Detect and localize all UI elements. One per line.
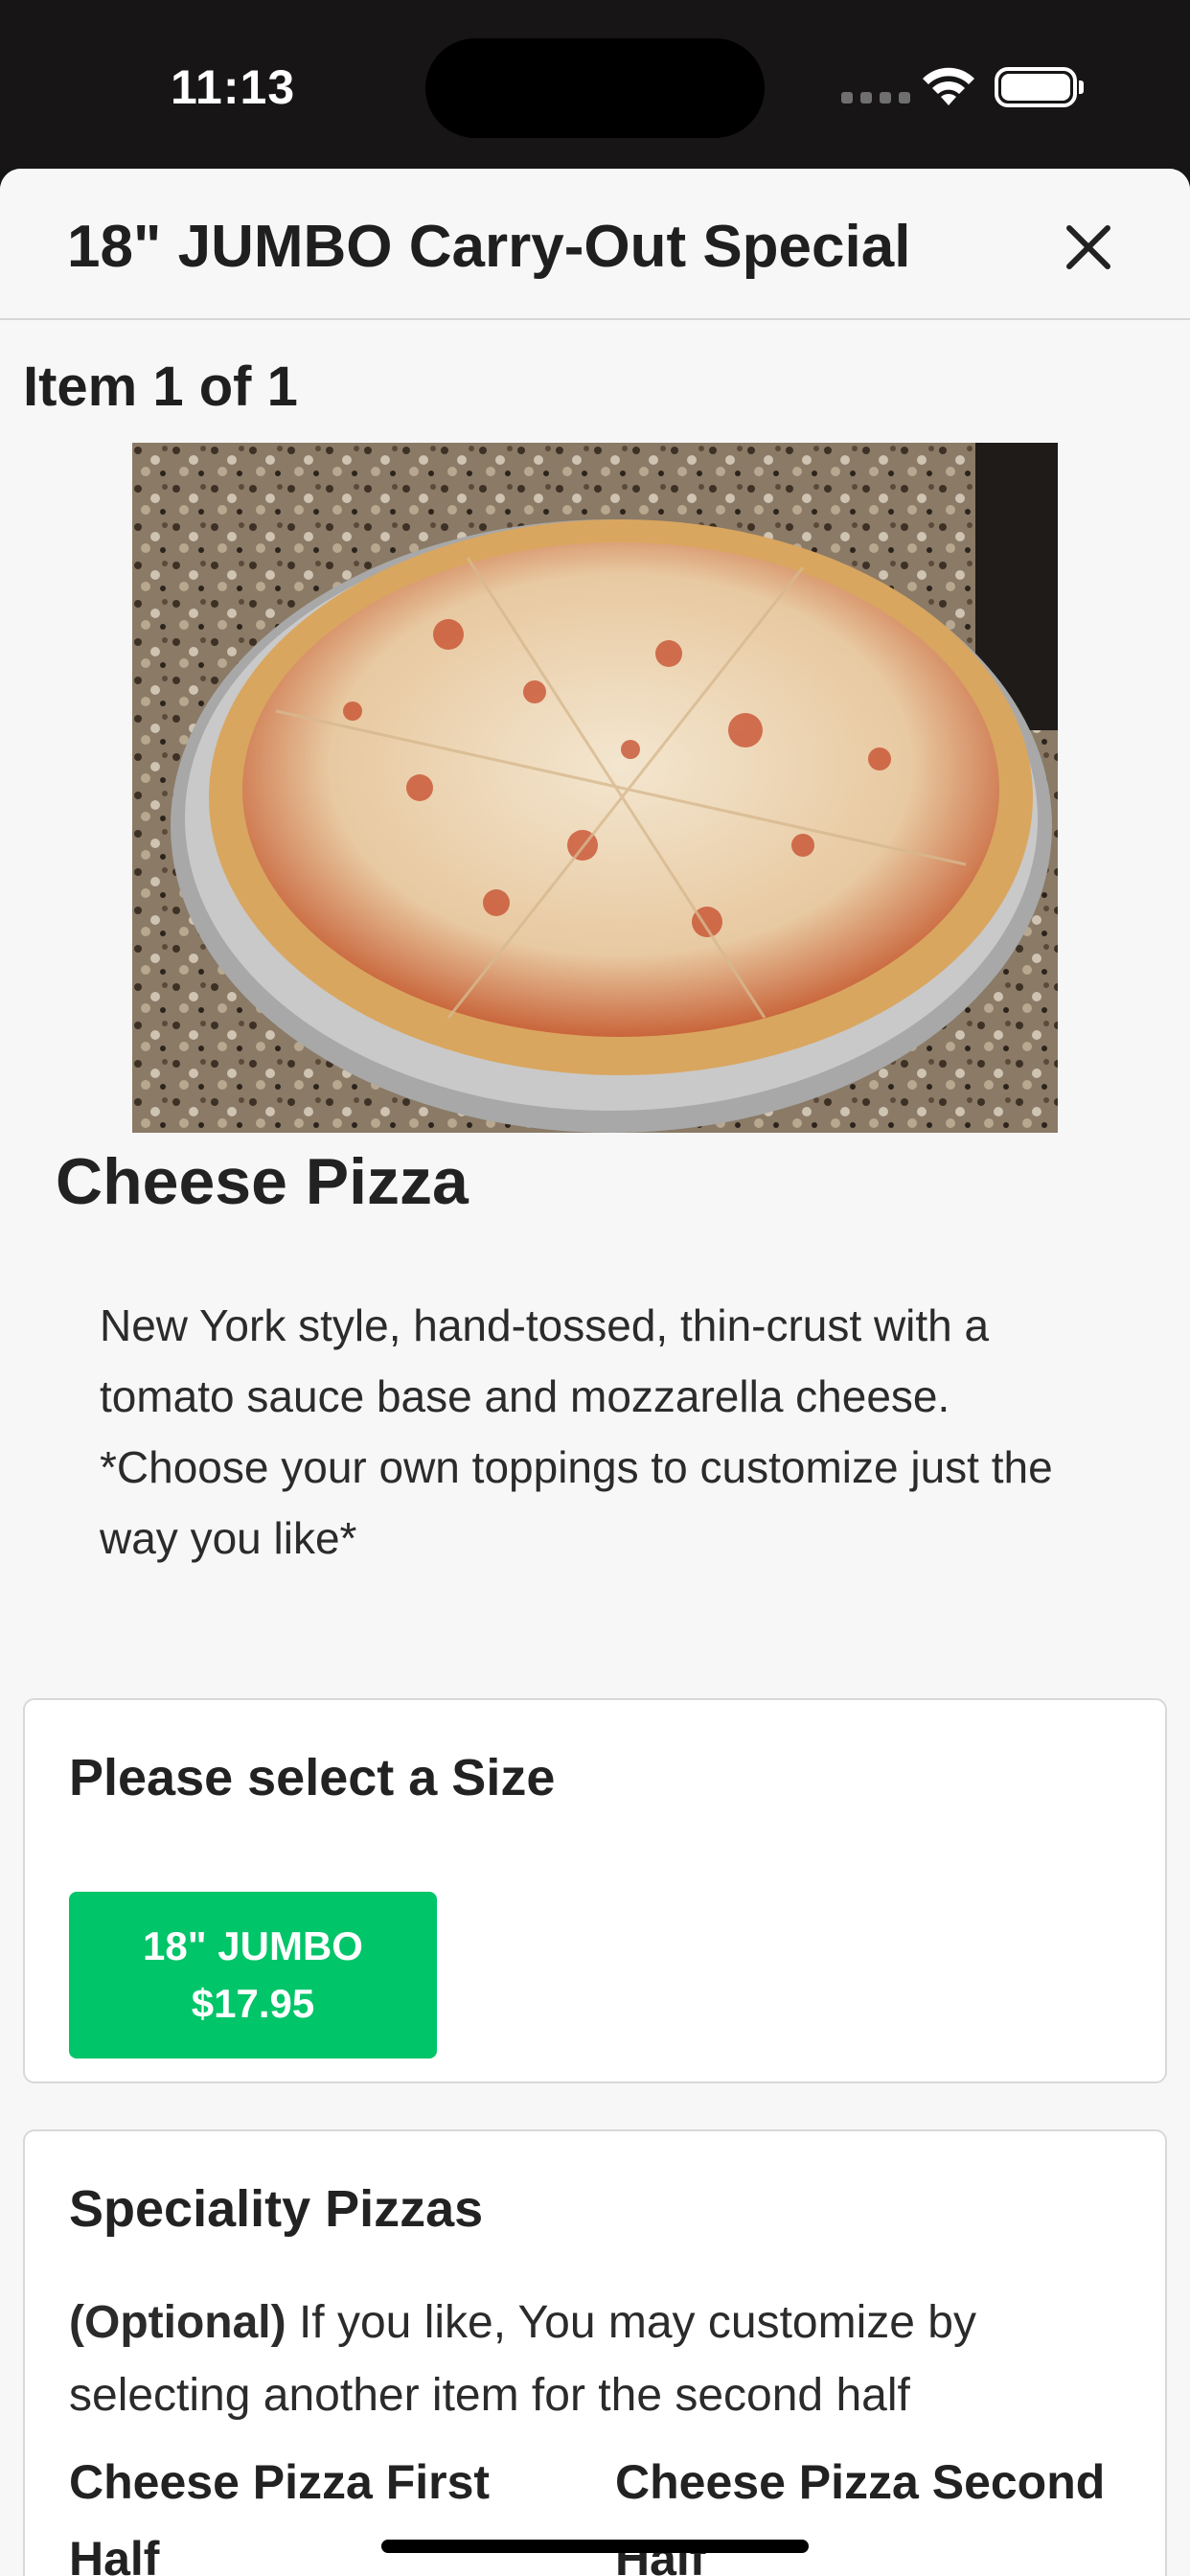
- speciality-helper-text: (Optional) If you like, You may customiz…: [69, 2287, 1133, 2432]
- size-option-18-jumbo-button[interactable]: 18" JUMBO $17.95: [69, 1892, 437, 2058]
- size-selector-card: Please select a Size 18" JUMBO $17.95: [23, 1698, 1167, 2083]
- size-option-price: $17.95: [191, 1981, 315, 2026]
- size-option-name: 18" JUMBO: [143, 1923, 363, 1968]
- status-bar: 11:13: [0, 0, 1190, 169]
- battery-icon: [995, 67, 1084, 107]
- speciality-pizzas-card: Speciality Pizzas (Optional) If you like…: [23, 2129, 1167, 2576]
- item-description: New York style, hand-tossed, thin-crust …: [100, 1300, 1053, 1563]
- item-name: Cheese Pizza: [56, 1145, 469, 1218]
- optional-label: (Optional): [69, 2297, 286, 2348]
- dynamic-island: [425, 38, 765, 138]
- second-half-option[interactable]: Cheese Pizza Second Half: [615, 2444, 1113, 2576]
- size-section-title: Please select a Size: [69, 1749, 556, 1806]
- item-modal: 18" JUMBO Carry-Out Special Item 1 of 1: [0, 169, 1190, 2576]
- home-indicator[interactable]: [381, 2540, 809, 2553]
- pizza-image: [132, 443, 1058, 1133]
- modal-title: 18" JUMBO Carry-Out Special: [67, 214, 911, 280]
- item-counter: Item 1 of 1: [23, 356, 298, 418]
- wifi-icon: [923, 67, 974, 105]
- close-icon[interactable]: [1052, 211, 1125, 284]
- modal-header: 18" JUMBO Carry-Out Special: [0, 169, 1190, 320]
- cellular-signal-icon: [841, 92, 910, 104]
- first-half-option[interactable]: Cheese Pizza First Half: [69, 2444, 567, 2576]
- status-time: 11:13: [171, 60, 296, 114]
- speciality-section-title: Speciality Pizzas: [69, 2180, 484, 2238]
